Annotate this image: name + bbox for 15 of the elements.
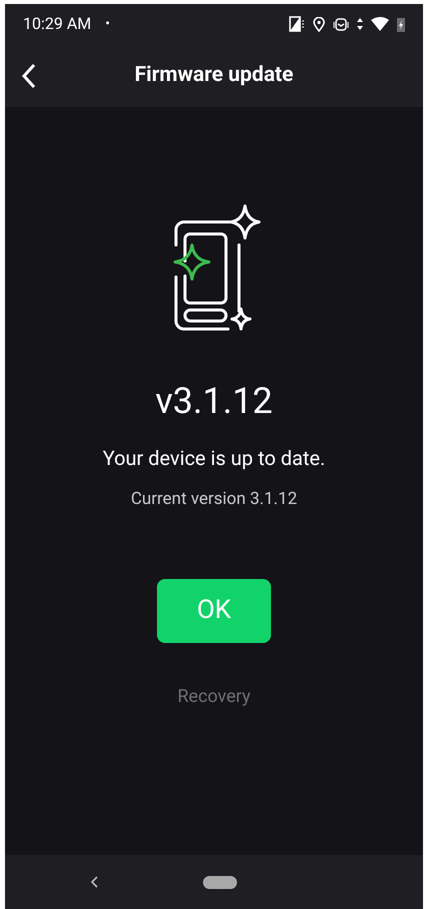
ok-button[interactable]: OK: [157, 578, 271, 642]
back-icon: [21, 62, 37, 88]
battery-icon: [397, 16, 405, 32]
current-version-text: Current version 3.1.12: [130, 488, 298, 511]
nav-back-icon[interactable]: [91, 876, 99, 888]
data-arrows-icon: [357, 17, 363, 31]
status-time: 10:29 AM: [23, 13, 92, 35]
version-number: v3.1.12: [155, 379, 273, 423]
wifi-icon: [371, 17, 389, 31]
location-icon: [313, 16, 325, 32]
notification-dot: •: [105, 14, 110, 34]
recovery-link[interactable]: Recovery: [177, 682, 251, 710]
page-title: Firmware update: [134, 62, 294, 89]
home-pill[interactable]: [203, 876, 237, 888]
status-message: Your device is up to date.: [102, 445, 326, 472]
